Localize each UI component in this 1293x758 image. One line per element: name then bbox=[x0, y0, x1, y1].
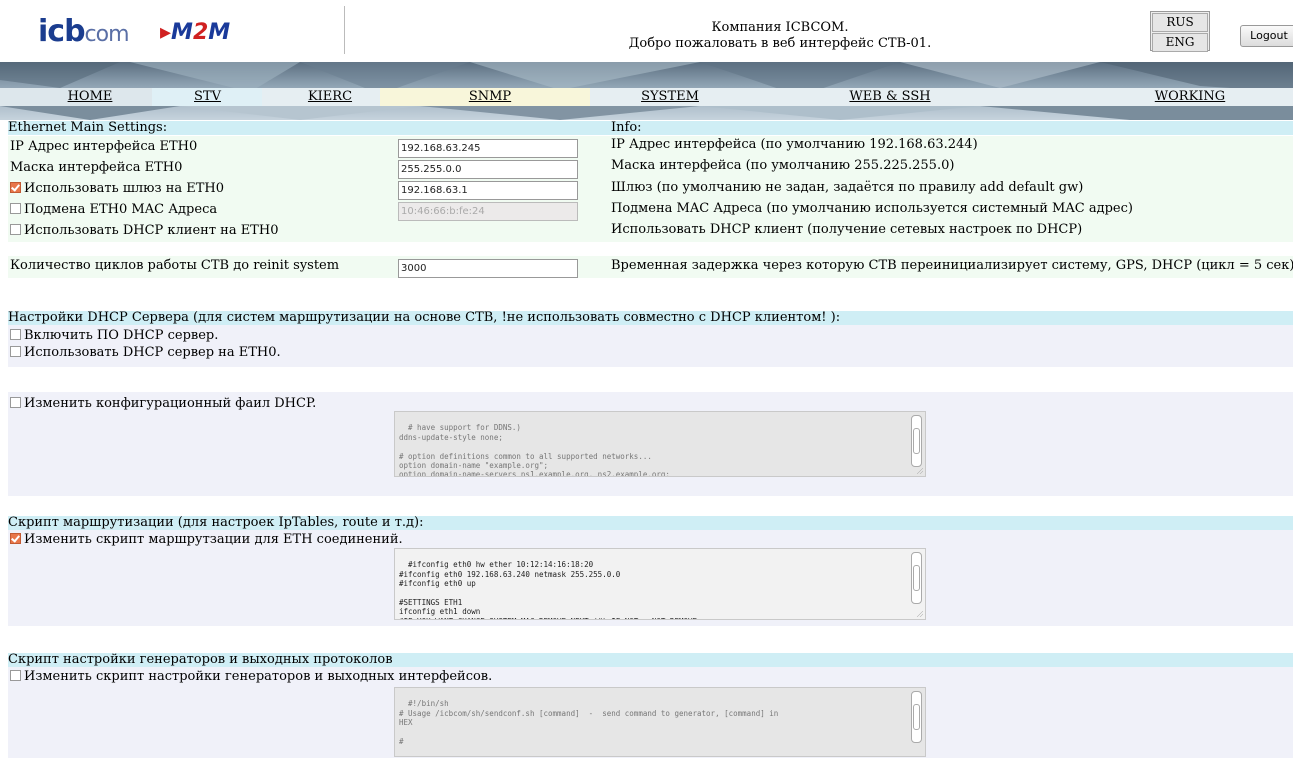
nav-working[interactable]: WORKING bbox=[1120, 88, 1260, 106]
routing-script-text: #ifconfig eth0 hw ether 10:12:14:16:18:2… bbox=[399, 560, 697, 619]
routing-edit-checkbox[interactable] bbox=[10, 533, 21, 544]
dhcp-config-scrollbar[interactable] bbox=[911, 415, 922, 467]
dhcp-config-checkbox[interactable] bbox=[10, 397, 21, 408]
company-name: Компания ICBCOM. bbox=[711, 20, 849, 35]
mac-option: Подмена ETH0 MAC Адреса bbox=[10, 202, 217, 218]
welcome-message: Компания ICBCOM. Добро пожаловать в веб … bbox=[500, 20, 1060, 52]
header-divider bbox=[344, 6, 345, 54]
info-header: Info: bbox=[611, 120, 642, 135]
nav-system[interactable]: SYSTEM bbox=[600, 88, 740, 106]
mac-label: Подмена ETH0 MAC Адреса bbox=[24, 202, 218, 217]
dhcp-client-label: Использовать DHCP клиент на ETH0 bbox=[24, 223, 279, 238]
routing-script-scrollbar[interactable] bbox=[911, 552, 922, 604]
cycles-info: Временная задержка через которую СТВ пер… bbox=[611, 258, 1293, 273]
ip-label: IP Адрес интерфейса ETH0 bbox=[10, 139, 198, 154]
routing-script-textarea[interactable]: #ifconfig eth0 hw ether 10:12:14:16:18:2… bbox=[394, 548, 926, 620]
cycles-input[interactable]: 3000 bbox=[398, 259, 578, 278]
generators-header-text: Скрипт настройки генераторов и выходных … bbox=[8, 652, 393, 667]
dhcp-client-option: Использовать DHCP клиент на ETH0 bbox=[10, 223, 278, 239]
dhcp-enable-checkbox[interactable] bbox=[10, 329, 21, 340]
nav-home[interactable]: HOME bbox=[30, 88, 150, 106]
mac-checkbox[interactable] bbox=[10, 203, 21, 214]
dhcp-enable-label: Включить ПО DHCP сервер. bbox=[24, 328, 219, 343]
gateway-input[interactable]: 192.168.63.1 bbox=[398, 181, 578, 200]
dhcp-client-info: Использовать DHCP клиент (получение сете… bbox=[611, 222, 1083, 237]
ip-info: IP Адрес интерфейса (по умолчанию 192.16… bbox=[611, 137, 978, 152]
mac-address-input[interactable]: 10:46:66:b:fe:24 bbox=[398, 202, 578, 221]
ethernet-section-header: Ethernet Main Settings: bbox=[8, 121, 1293, 135]
logout-button[interactable]: Logout bbox=[1240, 25, 1293, 47]
m2m-logo: ▸M2M bbox=[160, 20, 231, 45]
nav-kierc[interactable]: KIERC bbox=[280, 88, 380, 106]
nav-stv[interactable]: STV bbox=[155, 88, 260, 106]
page-header: icbcom ▸M2M Компания ICBCOM. Добро пожал… bbox=[0, 0, 1293, 62]
gateway-label: Использовать шлюз на ETH0 bbox=[24, 181, 225, 196]
gateway-checkbox[interactable] bbox=[10, 182, 21, 193]
resize-grip-icon[interactable] bbox=[917, 611, 923, 617]
welcome-text: Добро пожаловать в веб интерфейс СТВ-01. bbox=[628, 36, 932, 51]
cycles-label: Количество циклов работы СТВ до reinit s… bbox=[10, 258, 340, 273]
dhcp-enable-option: Включить ПО DHCP сервер. bbox=[10, 328, 218, 344]
nav-snmp[interactable]: SNMP bbox=[400, 88, 580, 106]
generators-edit-label: Изменить скрипт настройки генераторов и … bbox=[24, 669, 493, 684]
dhcp-client-checkbox[interactable] bbox=[10, 224, 21, 235]
dhcp-eth0-label: Использовать DHCP сервер на ETH0. bbox=[24, 345, 281, 360]
dhcp-server-section-header: Настройки DHCP Сервера (для систем маршр… bbox=[8, 311, 1293, 325]
dhcp-server-header-text: Настройки DHCP Сервера (для систем маршр… bbox=[8, 310, 841, 325]
mask-info: Маска интерфейса (по умолчанию 255.225.2… bbox=[611, 158, 955, 173]
routing-edit-option: Изменить скрипт маршрутзации для ETH сое… bbox=[10, 532, 403, 548]
gateway-info: Шлюз (по умолчанию не задан, задаётся по… bbox=[611, 180, 1084, 195]
dhcp-config-text: # have support for DDNS.) ddns-update-st… bbox=[399, 423, 670, 477]
dhcp-config-label: Изменить конфигурационный фаил DHCP. bbox=[24, 396, 317, 411]
resize-grip-icon[interactable] bbox=[917, 468, 923, 474]
generators-script-text: #!/bin/sh # Usage /icbcom/sh/sendconf.sh… bbox=[399, 699, 779, 747]
dhcp-config-option: Изменить конфигурационный фаил DHCP. bbox=[10, 396, 316, 412]
language-switcher: RUS ENG bbox=[1150, 11, 1210, 52]
generators-section-header: Скрипт настройки генераторов и выходных … bbox=[8, 653, 1293, 667]
generators-script-scrollbar[interactable] bbox=[911, 691, 922, 743]
dhcp-eth0-checkbox[interactable] bbox=[10, 346, 21, 357]
routing-edit-label: Изменить скрипт маршрутзации для ETH сое… bbox=[24, 532, 403, 547]
nav-web-ssh[interactable]: WEB & SSH bbox=[820, 88, 960, 106]
netmask-input[interactable]: 255.255.0.0 bbox=[398, 160, 578, 179]
routing-header-text: Скрипт маршрутизации (для настроек IpTab… bbox=[8, 515, 424, 530]
mask-label: Маска интерфейса ETH0 bbox=[10, 160, 183, 175]
generators-script-textarea[interactable]: #!/bin/sh # Usage /icbcom/sh/sendconf.sh… bbox=[394, 687, 926, 757]
generators-edit-checkbox[interactable] bbox=[10, 670, 21, 681]
mac-info: Подмена MAC Адреса (по умолчанию использ… bbox=[611, 201, 1133, 216]
gateway-option: Использовать шлюз на ETH0 bbox=[10, 181, 224, 197]
ip-address-input[interactable]: 192.168.63.245 bbox=[398, 139, 578, 158]
icbcom-logo: icbcom bbox=[38, 14, 130, 49]
main-nav: HOME STV KIERC SNMP SYSTEM WEB & SSH WOR… bbox=[0, 88, 1293, 106]
lang-rus-button[interactable]: RUS bbox=[1152, 13, 1208, 32]
dhcp-config-textarea[interactable]: # have support for DDNS.) ddns-update-st… bbox=[394, 411, 926, 477]
dhcp-eth0-option: Использовать DHCP сервер на ETH0. bbox=[10, 345, 281, 361]
lang-eng-button[interactable]: ENG bbox=[1152, 33, 1208, 52]
ethernet-header-text: Ethernet Main Settings: bbox=[8, 120, 168, 135]
routing-section-header: Скрипт маршрутизации (для настроек IpTab… bbox=[8, 516, 1293, 530]
generators-edit-option: Изменить скрипт настройки генераторов и … bbox=[10, 669, 492, 685]
